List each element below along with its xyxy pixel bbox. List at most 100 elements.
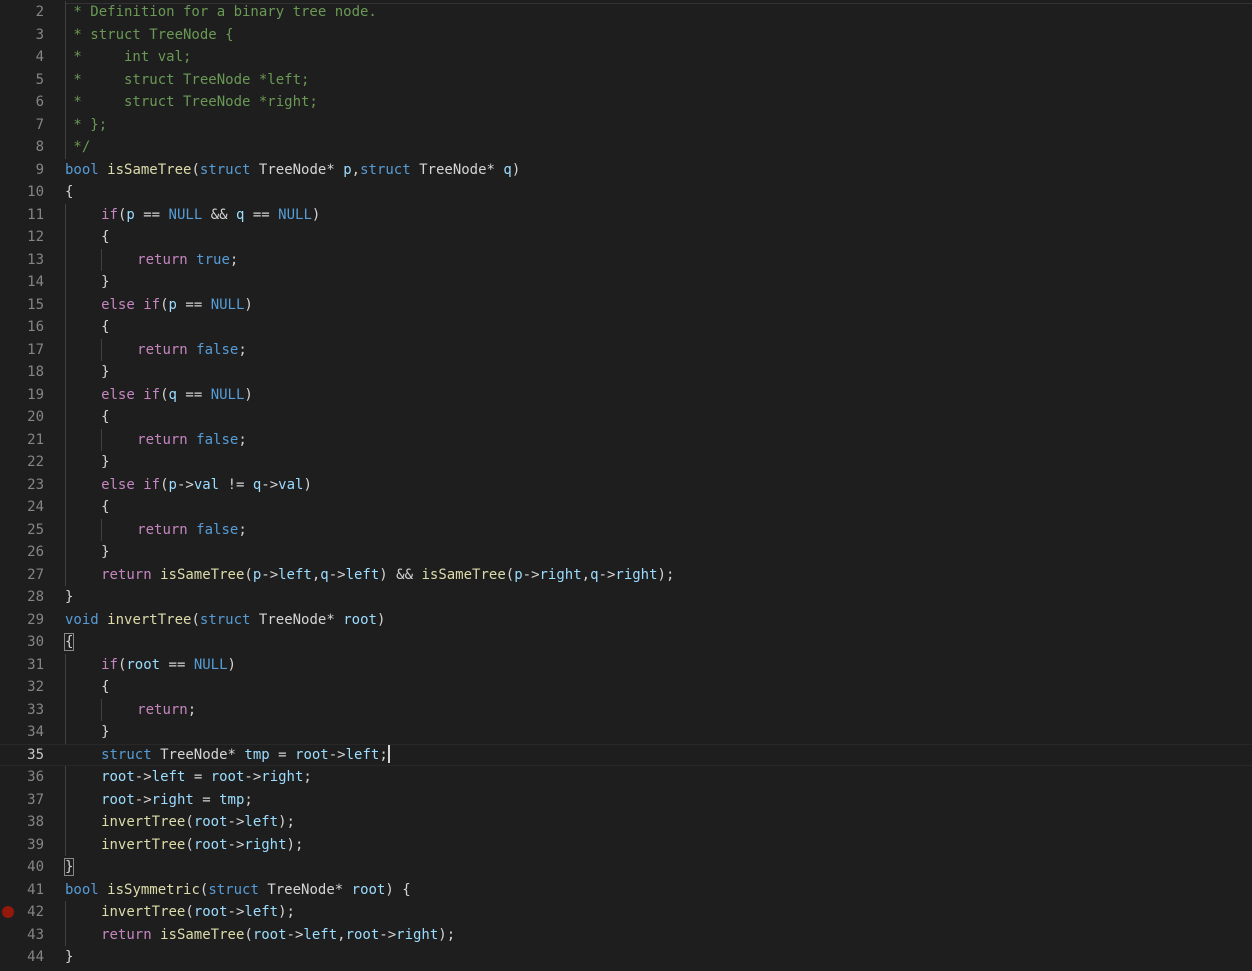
code-token: if — [101, 206, 118, 223]
line-number[interactable]: 31 — [0, 654, 44, 677]
code-line[interactable]: 2 * Definition for a binary tree node. — [0, 1, 1252, 24]
code-line[interactable]: 12 { — [0, 226, 1252, 249]
line-number[interactable]: 16 — [0, 316, 44, 339]
line-number[interactable]: 12 — [0, 226, 44, 249]
code-editor[interactable]: 2 * Definition for a binary tree node. 3 … — [0, 0, 1252, 971]
code-line[interactable]: 17 return false; — [0, 339, 1252, 362]
code-token: right — [261, 769, 304, 785]
line-number[interactable]: 42 — [0, 901, 44, 924]
code-line[interactable]: 18} — [0, 361, 1252, 384]
code-line[interactable]: 31 if(root == NULL) — [0, 654, 1252, 677]
code-line[interactable]: 43 return isSameTree(root->left,root->rig… — [0, 924, 1252, 947]
line-number[interactable]: 37 — [0, 789, 44, 812]
code-line[interactable]: 20 { — [0, 406, 1252, 429]
line-number[interactable]: 44 — [0, 946, 44, 969]
code-line[interactable]: 15 else if(p == NULL) — [0, 294, 1252, 317]
code-line[interactable]: 41 bool isSymmetric(struct TreeNode* root… — [0, 879, 1252, 902]
line-number[interactable]: 9 — [0, 159, 44, 182]
line-number[interactable]: 8 — [0, 136, 44, 159]
line-number[interactable]: 32 — [0, 676, 44, 699]
code-line[interactable]: 9 bool isSameTree(struct TreeNode* p,stru… — [0, 159, 1252, 182]
line-number[interactable]: 35 — [0, 744, 44, 767]
code-line[interactable]: 40} — [0, 856, 1252, 879]
line-number[interactable]: 5 — [0, 69, 44, 92]
code-line[interactable]: 19 else if(q == NULL) — [0, 384, 1252, 407]
line-number[interactable]: 10 — [0, 181, 44, 204]
line-number[interactable]: 3 — [0, 24, 44, 47]
code-token: return — [101, 566, 152, 583]
line-number[interactable]: 15 — [0, 294, 44, 317]
code-line[interactable]: 44} — [0, 946, 1252, 969]
code-line[interactable]: 27 return isSameTree(p->left,q->left) && … — [0, 564, 1252, 587]
code-line[interactable]: 5 * struct TreeNode *left; — [0, 69, 1252, 92]
code-line[interactable]: 11 if(p == NULL && q == NULL) — [0, 204, 1252, 227]
code-line[interactable]: 28} — [0, 586, 1252, 609]
line-number[interactable]: 41 — [0, 879, 44, 902]
code-line[interactable]: 35 struct TreeNode* tmp = root->left; — [0, 743, 1252, 767]
line-number[interactable]: 33 — [0, 699, 44, 722]
code-line[interactable]: 4 * int val; — [0, 46, 1252, 69]
code-token: , — [351, 161, 361, 178]
code-line[interactable]: 32 { — [0, 676, 1252, 699]
line-number[interactable]: 26 — [0, 541, 44, 564]
line-number[interactable]: 18 — [0, 361, 44, 384]
code-line[interactable]: 23 else if(p->val != q->val) — [0, 474, 1252, 497]
line-number[interactable]: 2 — [0, 1, 44, 24]
code-token: } — [65, 949, 74, 965]
line-number[interactable]: 13 — [0, 249, 44, 272]
code-token: -> — [379, 926, 397, 943]
line-number[interactable]: 36 — [0, 766, 44, 789]
code-token: root — [126, 656, 161, 673]
code-token: invertTree — [107, 611, 192, 628]
line-number[interactable]: 29 — [0, 609, 44, 632]
line-number[interactable]: 24 — [0, 496, 44, 519]
code-token: == — [185, 296, 203, 313]
code-line[interactable]: 24 { — [0, 496, 1252, 519]
line-number[interactable]: 27 — [0, 564, 44, 587]
line-number[interactable]: 34 — [0, 721, 44, 744]
line-number[interactable]: 20 — [0, 406, 44, 429]
line-number[interactable]: 6 — [0, 91, 44, 114]
line-number[interactable]: 28 — [0, 586, 44, 609]
code-line[interactable]: 34} — [0, 721, 1252, 744]
code-line[interactable]: 25 return false; — [0, 519, 1252, 542]
line-number[interactable]: 17 — [0, 339, 44, 362]
code-line[interactable]: 26} — [0, 541, 1252, 564]
code-line[interactable]: 30 { — [0, 631, 1252, 654]
code-line[interactable]: 38 invertTree(root->left); — [0, 811, 1252, 834]
line-number[interactable]: 43 — [0, 924, 44, 947]
code-token: NULL — [210, 386, 245, 403]
line-number[interactable]: 14 — [0, 271, 44, 294]
code-line[interactable]: 13 return true; — [0, 249, 1252, 272]
line-number[interactable]: 30 — [0, 631, 44, 654]
line-number[interactable]: 4 — [0, 46, 44, 69]
code-line[interactable]: 39 invertTree(root->right); — [0, 834, 1252, 857]
code-line[interactable]: 42 invertTree(root->left); — [0, 901, 1252, 924]
code-line[interactable]: 36 root->left = root->right; — [0, 766, 1252, 789]
code-line[interactable]: 29 void invertTree(struct TreeNode* root) — [0, 609, 1252, 632]
code-token: } — [101, 544, 110, 560]
code-line[interactable]: 3 * struct TreeNode { — [0, 24, 1252, 47]
code-line[interactable]: 10 { — [0, 181, 1252, 204]
code-line[interactable]: 22} — [0, 451, 1252, 474]
code-token: if — [143, 296, 161, 313]
code-line[interactable]: 7 * }; — [0, 114, 1252, 137]
code-line[interactable]: 33 return; — [0, 699, 1252, 722]
line-number[interactable]: 23 — [0, 474, 44, 497]
line-number[interactable]: 22 — [0, 451, 44, 474]
code-line[interactable]: 14} — [0, 271, 1252, 294]
code-line[interactable]: 8 */ — [0, 136, 1252, 159]
code-line[interactable]: 37 root->right = tmp; — [0, 789, 1252, 812]
line-number[interactable]: 11 — [0, 204, 44, 227]
code-line[interactable]: 16 { — [0, 316, 1252, 339]
line-number[interactable]: 7 — [0, 114, 44, 137]
line-number[interactable]: 38 — [0, 811, 44, 834]
line-number[interactable]: 21 — [0, 429, 44, 452]
code-line[interactable]: 6 * struct TreeNode *right; — [0, 91, 1252, 114]
line-number[interactable]: 25 — [0, 519, 44, 542]
line-number[interactable]: 39 — [0, 834, 44, 857]
code-line[interactable]: 21 return false; — [0, 429, 1252, 452]
line-number[interactable]: 40 — [0, 856, 44, 879]
line-number[interactable]: 19 — [0, 384, 44, 407]
